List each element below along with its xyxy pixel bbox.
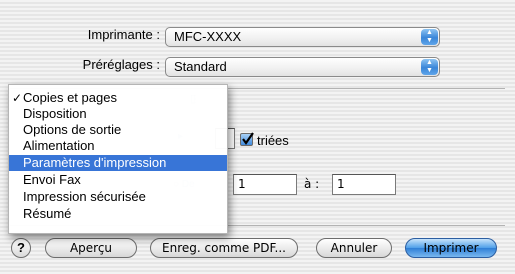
save-pdf-button[interactable]: Enreg. comme PDF... [150,238,298,258]
pages-to-field[interactable]: 1 [332,174,396,195]
collated-checkbox[interactable] [240,132,254,146]
help-button[interactable]: ? [11,238,31,258]
printer-label: Imprimante : [87,27,160,42]
collated-label: triées [257,133,289,148]
menu-item-send-fax[interactable]: Envoi Fax [9,172,227,188]
menu-item-label: Envoi Fax [23,172,81,187]
menu-item-layout[interactable]: Disposition [9,106,227,122]
presets-popup[interactable]: Standard ▲ ▼ [165,57,440,77]
popup-arrows-icon: ▲ ▼ [421,29,438,45]
cancel-button[interactable]: Annuler [316,238,392,258]
menu-item-label: Options de sortie [23,122,122,137]
presets-label: Préréglages : [82,57,160,72]
preview-button[interactable]: Aperçu [45,238,137,258]
menu-item-print-settings[interactable]: Paramètres d'impression [9,155,227,171]
menu-item-summary[interactable]: Résumé [9,206,227,222]
menu-item-copies-pages[interactable]: ✓ Copies et pages [9,90,227,106]
menu-item-label: Alimentation [23,138,95,153]
pane-menu: ✓ Copies et pages Disposition Options de… [8,84,228,234]
menu-item-secure-print[interactable]: Impression sécurisée [9,189,227,205]
menu-item-label: Impression sécurisée [23,189,146,204]
printer-popup[interactable]: MFC-XXXX ▲ ▼ [165,27,440,47]
menu-item-label: Paramètres d'impression [23,155,167,170]
checkmark-icon [242,132,254,145]
printer-value: MFC-XXXX [174,29,242,44]
pages-to-label: à : [304,177,320,191]
popup-arrows-icon: ▲ ▼ [421,59,438,75]
menu-item-label: Résumé [23,206,72,221]
pages-from-field[interactable]: 1 [233,174,297,195]
menu-item-label: Copies et pages [23,90,117,105]
presets-value: Standard [174,59,227,74]
menu-item-output-options[interactable]: Options de sortie [9,122,227,138]
menu-item-paper-feed[interactable]: Alimentation [9,138,227,154]
menu-item-label: Disposition [23,106,87,121]
checkmark-icon: ✓ [12,91,23,105]
print-button[interactable]: Imprimer [405,238,497,258]
